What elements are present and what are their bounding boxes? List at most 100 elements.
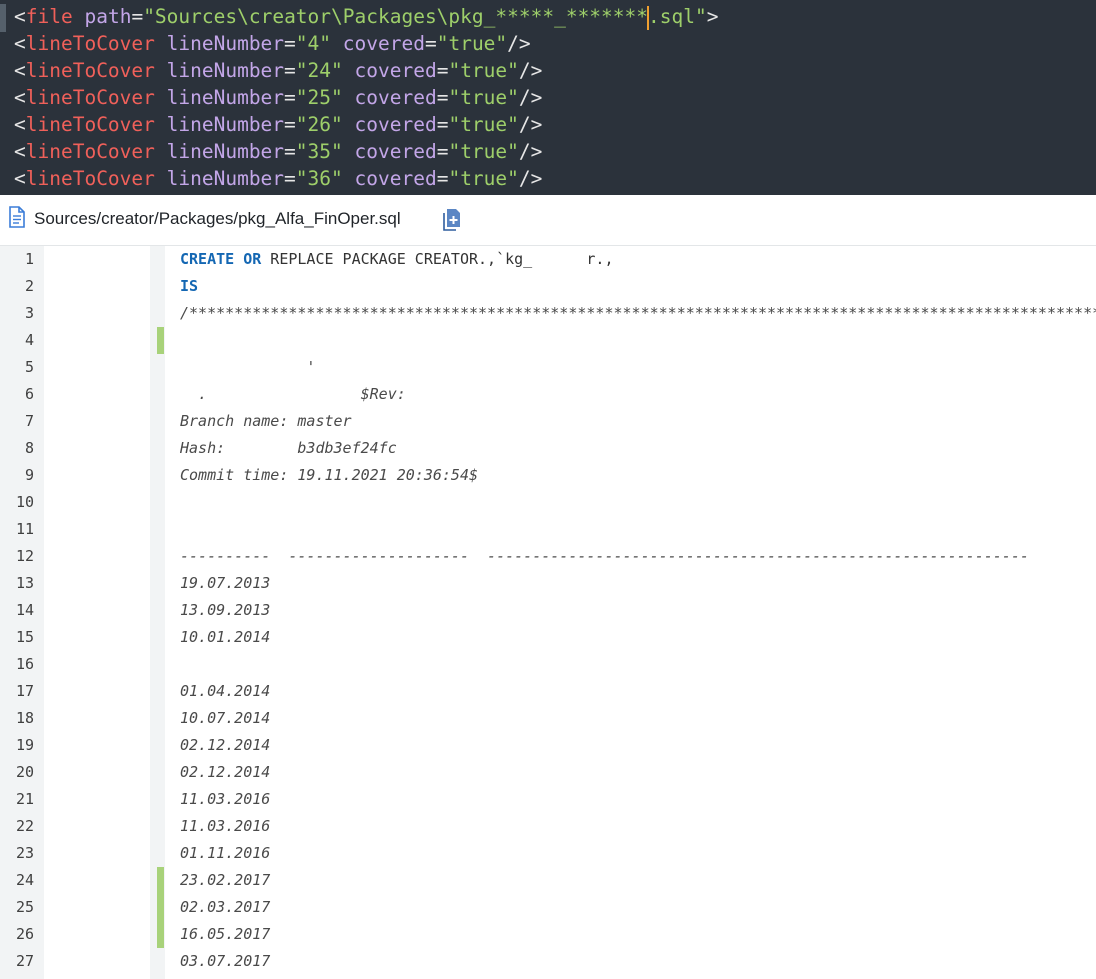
code-line: 24 23.02.2017 (0, 867, 1096, 894)
xml-attr-name: covered (342, 32, 425, 55)
line-number: 3 (24, 304, 34, 322)
line-number: 23 (15, 844, 34, 862)
sql-comment: /***************************************… (180, 304, 1096, 322)
xml-attr-name: path (84, 5, 132, 28)
file-header: Sources/creator/Packages/pkg_Alfa_FinOpe… (0, 195, 1096, 246)
xml-coverage-editor[interactable]: <file path="Sources\creator\Packages\pkg… (0, 0, 1096, 195)
xml-space (155, 86, 167, 109)
code-text: 01.11.2016 (180, 840, 270, 867)
xml-attr-value: "true" (448, 140, 519, 163)
line-number: 18 (15, 709, 34, 727)
line-number: 13 (15, 574, 34, 592)
xml-line-to-cover[interactable]: <lineToCover lineNumber="36" covered="tr… (14, 165, 542, 192)
sql-keyword: CREATE (180, 250, 235, 268)
code-text: Commit time: 19.11.2021 20:36:54$ (180, 462, 478, 489)
code-line: 1 CREATE OR REPLACE PACKAGE CREATOR.,`kg_… (0, 246, 1096, 273)
xml-space (343, 59, 355, 82)
sql-comment: . $Rev: (180, 385, 406, 403)
code-text: 01.04.2014 (180, 678, 270, 705)
xml-attr-value: "4" (295, 32, 332, 55)
sql-comment: 13.09.2013 (180, 601, 271, 619)
xml-punct: /> (518, 167, 543, 190)
line-number: 24 (15, 871, 34, 889)
sql-text: REPLACE PACKAGE CREATOR.,`kg_ r., (261, 250, 614, 268)
xml-line-to-cover[interactable]: <lineToCover lineNumber="24" covered="tr… (14, 57, 542, 84)
xml-attr-name: covered (354, 86, 437, 109)
xml-attr-name: covered (354, 140, 437, 163)
xml-punct: = (284, 167, 296, 190)
xml-attr-value: "25" (295, 86, 343, 109)
xml-file-line[interactable]: <file path="Sources\creator\Packages\pkg… (14, 3, 718, 30)
xml-attr-name: lineNumber (166, 59, 285, 82)
xml-line-to-cover[interactable]: <lineToCover lineNumber="4" covered="tru… (14, 30, 531, 57)
code-line: 27 03.07.2017 (0, 948, 1096, 975)
xml-tag-name: lineToCover (25, 59, 155, 82)
xml-punct: < (14, 140, 26, 163)
xml-line-to-cover[interactable]: <lineToCover lineNumber="26" covered="tr… (14, 111, 542, 138)
source-code-view[interactable]: 1 CREATE OR REPLACE PACKAGE CREATOR.,`kg_… (0, 246, 1096, 979)
coverage-covered-marker (157, 867, 164, 894)
code-line: 25 02.03.2017 (0, 894, 1096, 921)
line-number: 27 (15, 952, 34, 970)
xml-punct: = (131, 5, 144, 28)
xml-punct: = (284, 59, 296, 82)
code-line: 3 /**************************************… (0, 300, 1096, 327)
coverage-covered-marker (157, 327, 164, 354)
code-text: 13.09.2013 (180, 597, 270, 624)
line-number: 9 (24, 466, 34, 484)
xml-space (343, 140, 355, 163)
xml-space (343, 113, 355, 136)
sql-keyword: OR (243, 250, 262, 268)
line-number: 11 (15, 520, 34, 538)
xml-attr-value: "true" (436, 32, 508, 55)
code-line: 9 Commit time: 19.11.2021 20:36:54$ (0, 462, 1096, 489)
xml-line-to-cover[interactable]: <lineToCover lineNumber="35" covered="tr… (14, 138, 542, 165)
xml-punct: = (284, 140, 296, 163)
xml-attr-value: "35" (295, 140, 343, 163)
xml-attr-name: covered (354, 59, 437, 82)
code-text: 02.12.2014 (180, 732, 270, 759)
line-number: 2 (24, 277, 34, 295)
xml-punct: = (424, 32, 437, 55)
line-number: 8 (24, 439, 34, 457)
code-line: 13 19.07.2013 (0, 570, 1096, 597)
code-line: 5 ' (0, 354, 1096, 381)
xml-punct: < (14, 5, 26, 28)
xml-line-to-cover[interactable]: <lineToCover lineNumber="25" covered="tr… (14, 84, 542, 111)
coverage-covered-marker (157, 921, 164, 948)
code-text: 11.03.2016 (180, 786, 270, 813)
xml-punct: = (436, 59, 449, 82)
code-line: 10 (0, 489, 1096, 516)
xml-punct: < (14, 113, 26, 136)
sql-keyword: IS (180, 277, 199, 295)
code-line: 26 16.05.2017 (0, 921, 1096, 948)
xml-punct: /> (507, 32, 531, 55)
sql-comment: 10.07.2014 (180, 709, 271, 727)
code-text: Branch name: master (180, 408, 352, 435)
xml-space (331, 32, 343, 55)
xml-punct: < (14, 86, 26, 109)
xml-punct: < (14, 167, 26, 190)
xml-attr-name: lineNumber (166, 86, 285, 109)
code-text: Hash: b3db3ef24fc (180, 435, 397, 462)
code-text: ' (180, 354, 315, 381)
sql-comment: Hash: b3db3ef24fc (180, 439, 397, 457)
xml-attr-name: lineNumber (166, 167, 285, 190)
code-line: 6 . $Rev: (0, 381, 1096, 408)
xml-attr-name: lineNumber (166, 113, 285, 136)
sql-comment: 11.03.2016 (180, 817, 271, 835)
code-line: 2 IS (0, 273, 1096, 300)
code-line: 15 10.01.2014 (0, 624, 1096, 651)
sql-comment: 02.12.2014 (180, 736, 271, 754)
code-text: 10.01.2014 (180, 624, 270, 651)
line-number: 6 (24, 385, 34, 403)
code-text: 02.03.2017 (180, 894, 270, 921)
line-number: 1 (24, 250, 34, 268)
xml-attr-value: "true" (448, 167, 519, 190)
xml-attr-name: lineNumber (166, 32, 285, 55)
xml-punct: < (14, 32, 26, 55)
code-line: 20 02.12.2014 (0, 759, 1096, 786)
copy-file-icon[interactable] (443, 209, 461, 235)
xml-attr-value: "26" (295, 113, 343, 136)
line-number: 26 (15, 925, 34, 943)
